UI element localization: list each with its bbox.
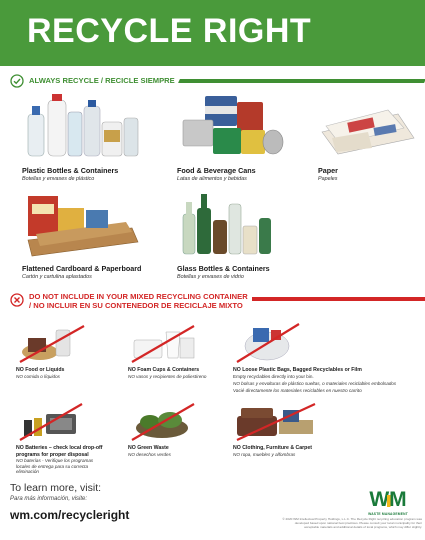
batteries-image — [19, 403, 83, 441]
cans-image — [182, 96, 284, 155]
check-circle-icon — [10, 74, 24, 88]
not-item-clothing: NO Clothing, Furniture & Carpet NO ropa,… — [233, 400, 423, 470]
fine-print: © 2020 WM Intellectual Property Holdings… — [282, 517, 422, 530]
learn-more-text-es: Para más información, visite: — [10, 496, 88, 502]
not-item-label: NO Foam Cups & Containers — [128, 367, 200, 373]
paper-image — [321, 109, 415, 155]
glass-bottles-image — [182, 194, 271, 255]
website-link[interactable]: wm.com/recycleright — [10, 508, 129, 522]
x-circle-icon — [10, 293, 24, 307]
item-label: Paper — [318, 166, 338, 175]
not-item-sub: NO bolsas y envolturas de plástico suelt… — [233, 381, 397, 386]
green-waste-image — [131, 403, 195, 441]
item-sub: Latas de alimentos y bebidas — [177, 176, 247, 182]
wm-logo: WM — [369, 488, 406, 511]
always-recycle-header: ALWAYS RECYCLE / RECICLE SIEMPRE — [10, 73, 425, 89]
do-not-include-line2: / NO INCLUIR EN SU CONTENEDOR DE RECICLA… — [29, 300, 243, 310]
not-item-desc: Empty recyclables directly into your bin… — [233, 374, 314, 379]
not-item-label: NO Food or Liquids — [16, 367, 65, 373]
clothing-furniture-image — [236, 403, 316, 441]
item-cans: Food & Beverage Cans Latas de alimentos … — [177, 92, 307, 187]
item-label: Flattened Cardboard & Paperboard — [22, 264, 142, 273]
always-recycle-label: ALWAYS RECYCLE / RECICLE SIEMPRE — [29, 75, 175, 85]
do-not-include-line1: DO NOT INCLUDE IN YOUR MIXED RECYCLING C… — [29, 292, 248, 301]
item-sub: Papeles — [318, 176, 338, 182]
item-glass-bottles: Glass Bottles & Containers Botellas y en… — [177, 190, 317, 285]
plastic-bags-image — [236, 323, 300, 363]
not-item-sub: NO desechos verdes — [128, 452, 171, 457]
not-item-label: NO Green Waste — [128, 445, 169, 451]
item-cardboard: Flattened Cardboard & Paperboard Cartón … — [22, 190, 167, 285]
learn-more-text: To learn more, visit: — [10, 482, 102, 494]
not-item-label: NO Clothing, Furniture & Carpet — [233, 445, 312, 451]
do-not-include-header: DO NOT INCLUDE IN YOUR MIXED RECYCLING C… — [10, 292, 425, 317]
cardboard-image — [27, 196, 139, 257]
not-item-sub: NO vasos y recipientes de poliestireno — [128, 374, 207, 379]
item-sub: Cartón y cartulina aplastados — [22, 274, 92, 280]
item-sub: Botellas y envases de plástico — [22, 176, 95, 182]
page-title: RECYCLE RIGHT — [27, 12, 312, 50]
plastic-bottles-image — [27, 94, 139, 157]
divider — [177, 79, 425, 83]
item-paper: Paper Papeles — [318, 92, 423, 187]
foam-cups-image — [131, 325, 195, 363]
food-liquids-image — [19, 325, 85, 363]
title-banner: RECYCLE RIGHT — [0, 0, 425, 66]
not-item-batteries: NO Batteries – check local drop-off prog… — [16, 400, 116, 480]
not-item-label: NO Batteries – check local drop-off prog… — [16, 445, 103, 458]
item-label: Glass Bottles & Containers — [177, 264, 270, 273]
not-item-sub: NO ropa, muebles y alfombras — [233, 452, 296, 457]
item-label: Food & Beverage Cans — [177, 166, 256, 175]
not-item-sub: NO comida o líquidos — [16, 374, 60, 379]
item-label: Plastic Bottles & Containers — [22, 166, 119, 175]
item-sub: Botellas y envases de vidrio — [177, 274, 244, 280]
not-item-bags: NO Loose Plastic Bags, Bagged Recyclable… — [233, 318, 423, 398]
not-item-sub2: Vacié directamente los materiales recicl… — [233, 388, 362, 393]
not-item-foam: NO Foam Cups & Containers NO vasos y rec… — [128, 322, 223, 392]
not-item-label: NO Loose Plastic Bags, Bagged Recyclable… — [233, 367, 362, 373]
item-plastic-bottles: Plastic Bottles & Containers Botellas y … — [22, 92, 162, 187]
not-item-green-waste: NO Green Waste NO desechos verdes — [128, 400, 223, 470]
not-item-sub: NO baterías - Verifique los programas lo… — [16, 458, 94, 475]
divider — [251, 297, 425, 301]
do-not-include-label: DO NOT INCLUDE IN YOUR MIXED RECYCLING C… — [29, 292, 248, 310]
wm-logo-tagline: WASTE MANAGEMENT — [368, 512, 408, 516]
not-item-food: NO Food or Liquids NO comida o líquidos — [16, 322, 116, 392]
